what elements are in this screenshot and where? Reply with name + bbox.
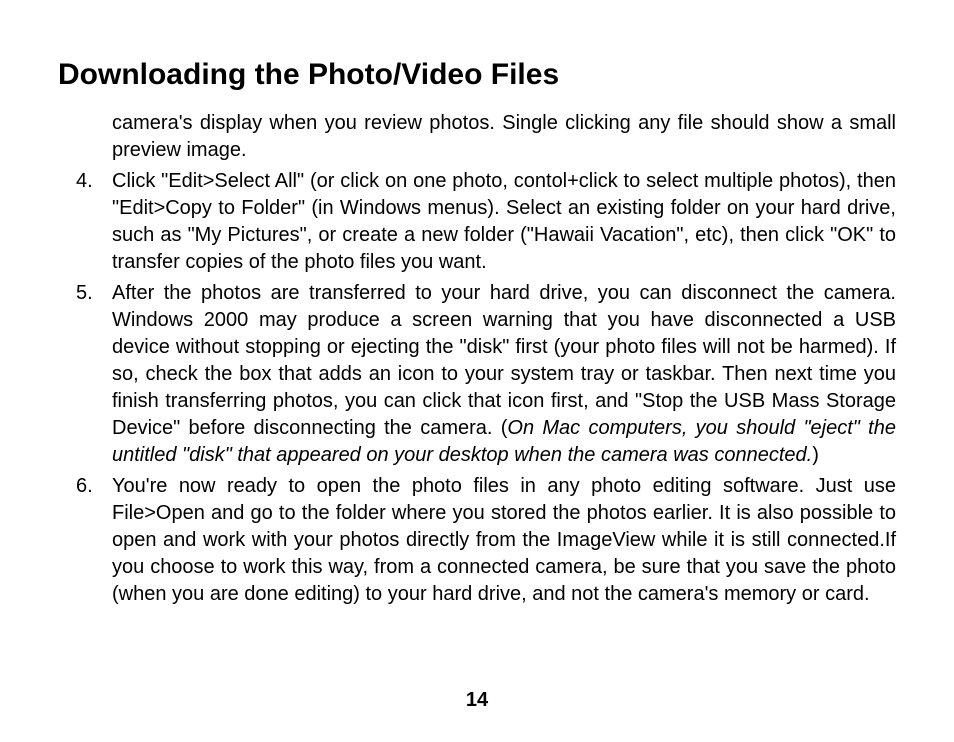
continuation-text: camera's display when you review photos.… — [112, 110, 896, 164]
list-item: 5. After the photos are transferred to y… — [58, 280, 896, 469]
page-title: Downloading the Photo/Video Files — [58, 58, 896, 92]
item-number: 5. — [58, 280, 112, 469]
item-text: After the photos are transferred to your… — [112, 280, 896, 469]
item-number: 4. — [58, 168, 112, 276]
list-item: 4. Click "Edit>Select All" (or click on … — [58, 168, 896, 276]
page-number: 14 — [0, 689, 954, 712]
item-text: Click "Edit>Select All" (or click on one… — [112, 168, 896, 276]
instruction-list: 4. Click "Edit>Select All" (or click on … — [58, 168, 896, 608]
item-number: 6. — [58, 473, 112, 608]
item-text: You're now ready to open the photo files… — [112, 473, 896, 608]
list-item: 6. You're now ready to open the photo fi… — [58, 473, 896, 608]
